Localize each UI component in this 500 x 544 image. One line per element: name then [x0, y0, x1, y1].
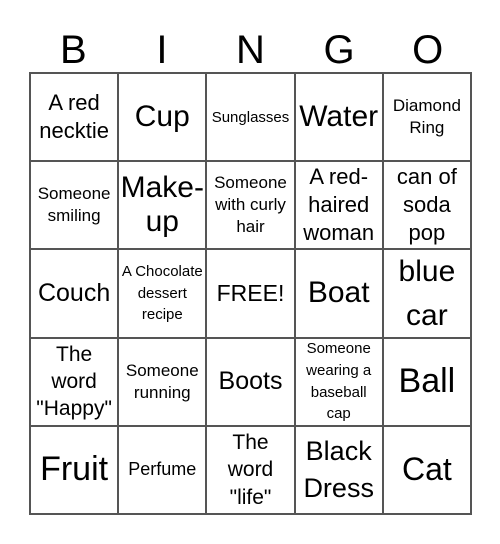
bingo-cell[interactable]: Sunglasses [206, 73, 295, 162]
bingo-cell[interactable]: A red-haired woman [294, 161, 383, 250]
bingo-cell[interactable]: Diamond Ring [382, 73, 471, 162]
bingo-grid: A red necktie Cup Sunglasses Water Diamo… [29, 72, 472, 515]
bingo-cell[interactable]: Someone wearing a baseball cap [294, 337, 383, 426]
bingo-cell[interactable]: can of soda pop [382, 161, 471, 250]
free-cell-neighbor[interactable]: A Chocolate dessert recipe [118, 249, 207, 338]
bingo-cell[interactable]: The word "life" [206, 425, 295, 514]
header-letter-o: O [412, 28, 444, 72]
header-letter-n: N [236, 28, 265, 72]
bingo-cell[interactable]: Someone with curly hair [206, 161, 295, 250]
bingo-cell[interactable]: Someone running [118, 337, 207, 426]
bingo-cell[interactable]: Ball [382, 337, 471, 426]
bingo-cell[interactable]: Fruit [30, 425, 119, 514]
bingo-cell[interactable]: The word "Happy" [30, 337, 119, 426]
bingo-cell[interactable]: Make-up [118, 161, 207, 250]
bingo-cell[interactable]: blue car [382, 249, 471, 338]
bingo-cell[interactable]: Someone smiling [30, 161, 119, 250]
header-letter-b: B [59, 28, 87, 72]
bingo-cell[interactable]: Cup [118, 73, 207, 162]
bingo-cell[interactable]: Black Dress [294, 425, 383, 514]
bingo-cell[interactable]: A red necktie [30, 73, 119, 162]
bingo-cell[interactable]: Couch [30, 249, 119, 338]
bingo-cell[interactable]: Boots [206, 337, 295, 426]
bingo-cell[interactable]: Boat [294, 249, 383, 338]
header-letter-g: G [323, 28, 355, 72]
header-letter-i: I [156, 28, 168, 72]
bingo-cell[interactable]: Cat [382, 425, 471, 514]
bingo-cell[interactable]: Water [294, 73, 383, 162]
bingo-header: B I N G O [29, 28, 472, 72]
bingo-cell[interactable]: Perfume [118, 425, 207, 514]
free-space[interactable]: FREE! [206, 249, 295, 338]
